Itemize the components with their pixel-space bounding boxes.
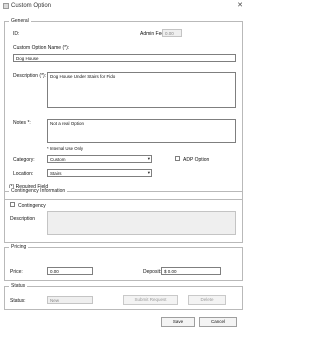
admin-fee-field: 0.00 (162, 29, 182, 37)
internal-use-note: * Internal Use Only (47, 146, 84, 151)
notes-textarea[interactable]: Not a real Option (47, 119, 236, 143)
deposit-input[interactable]: $ 0.00 (161, 267, 221, 275)
submit-request-button[interactable]: Submit Request (123, 295, 178, 305)
deposit-label: Deposit: (143, 269, 162, 275)
status-label: Status: (10, 298, 26, 304)
window-title: Custom Option (11, 3, 52, 9)
location-select[interactable]: Stairs ▾ (47, 169, 152, 177)
description-label: Description (*): (13, 73, 47, 79)
contingency-description-textarea (47, 211, 236, 235)
custom-option-name-input[interactable]: Dog House (13, 54, 236, 62)
contingency-checkbox[interactable] (10, 202, 15, 207)
contingency-legend: Contingency Information (9, 188, 68, 195)
cancel-button[interactable]: Cancel (199, 317, 237, 327)
delete-button[interactable]: Delete (188, 295, 226, 305)
adp-option-label: ADP Option (183, 157, 210, 163)
status-group: Status Status: New Submit Request Delete (4, 283, 243, 310)
chevron-down-icon[interactable]: ▾ (148, 156, 150, 162)
general-legend: General (9, 18, 31, 25)
title-bar: Custom Option ✕ (0, 0, 247, 12)
app-icon (3, 3, 9, 9)
price-label: Price: (10, 269, 23, 275)
status-field: New (47, 296, 93, 304)
custom-option-window: Custom Option ✕ General ID: Admin Fee: 0… (0, 0, 247, 338)
notes-label: Notes *: (13, 120, 31, 126)
contingency-group: Contingency Information Contingency Desc… (4, 188, 243, 243)
category-label: Category: (13, 157, 35, 163)
location-label: Location: (13, 171, 34, 177)
close-icon[interactable]: ✕ (236, 2, 244, 10)
chevron-down-icon[interactable]: ▾ (148, 170, 150, 176)
description-textarea[interactable]: Dog House Under Stairs for Fido (47, 72, 236, 108)
status-legend: Status (9, 283, 28, 290)
pricing-legend: Pricing (9, 244, 29, 251)
contingency-description-label: Description (10, 216, 36, 222)
adp-option-checkbox[interactable] (175, 156, 180, 161)
save-button[interactable]: Save (161, 317, 195, 327)
custom-option-name-label: Custom Option Name (*): (13, 45, 70, 51)
pricing-group: Pricing Price: 0.00 Deposit: $ 0.00 (4, 244, 243, 281)
category-select[interactable]: Custom ▾ (47, 155, 152, 163)
price-input[interactable]: 0.00 (47, 267, 93, 275)
contingency-label: Contingency (18, 203, 46, 209)
id-label: ID: (13, 31, 20, 37)
general-group: General ID: Admin Fee: 0.00 Custom Optio… (4, 18, 243, 200)
